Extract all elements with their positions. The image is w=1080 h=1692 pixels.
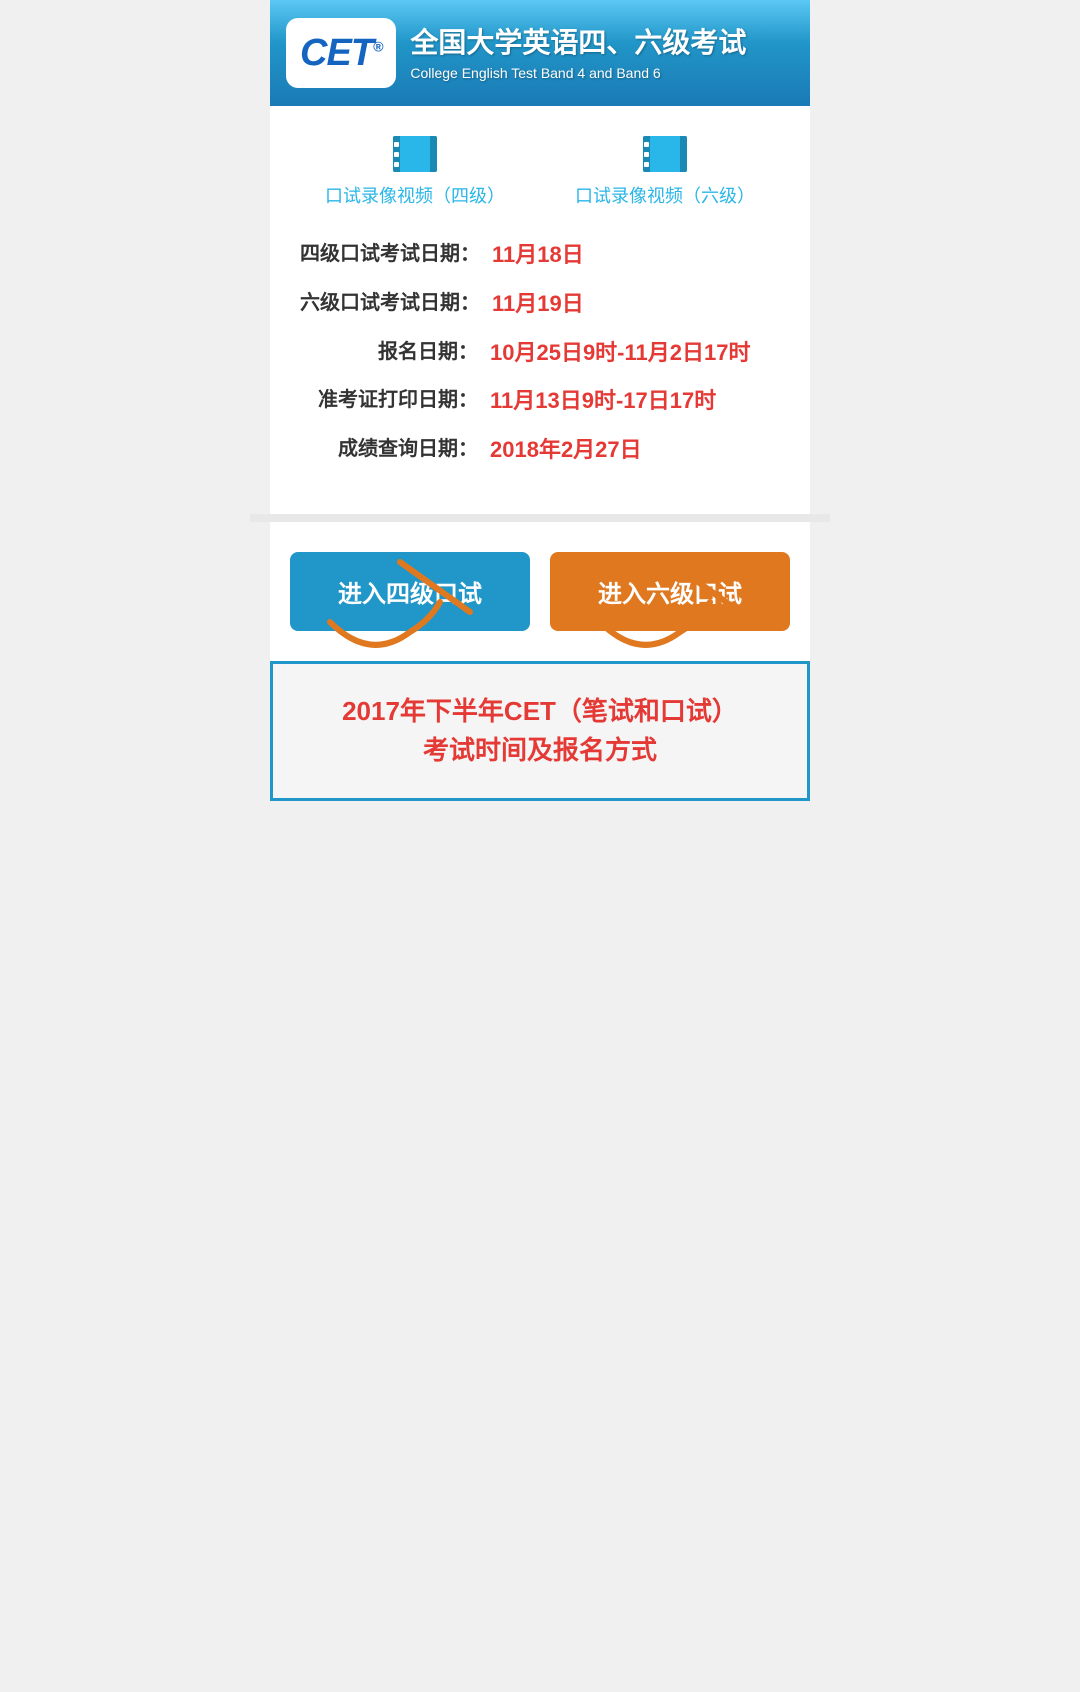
- logo-text: CET®: [300, 32, 382, 75]
- date-info: 四级口试考试日期： 11月18日 六级口试考试日期： 11月19日 报名日期： …: [290, 240, 790, 466]
- video-link-label-level6: 口试录像视频（六级）: [575, 182, 755, 208]
- date-label-0: 四级口试考试日期：: [300, 240, 492, 268]
- date-label-3: 准考证打印日期：: [300, 386, 490, 414]
- header-title-zh: 全国大学英语四、六级考试: [410, 25, 790, 61]
- bottom-banner-line2: 考试时间及报名方式: [293, 731, 787, 770]
- buttons-row: 进入四级口试 进入六级口试: [290, 552, 790, 631]
- enter-level4-button[interactable]: 进入四级口试: [290, 552, 530, 631]
- video-icon-level6: [643, 136, 687, 172]
- date-value-3: 11月13日9时-17日17时: [490, 386, 780, 417]
- date-row-0: 四级口试考试日期： 11月18日: [290, 240, 790, 271]
- date-row-3: 准考证打印日期： 11月13日9时-17日17时: [290, 386, 790, 417]
- video-links: 口试录像视频（四级）: [290, 136, 790, 208]
- bottom-banner-text: 2017年下半年CET（笔试和口试） 考试时间及报名方式: [293, 692, 787, 770]
- video-link-level4[interactable]: 口试录像视频（四级）: [325, 136, 505, 208]
- date-row-1: 六级口试考试日期： 11月19日: [290, 289, 790, 320]
- header-title-en: College English Test Band 4 and Band 6: [410, 65, 790, 81]
- date-value-4: 2018年2月27日: [490, 435, 780, 466]
- header-text: 全国大学英语四、六级考试 College English Test Band 4…: [410, 25, 790, 81]
- date-value-1: 11月19日: [492, 289, 780, 320]
- date-value-2: 10月25日9时-11月2日17时: [490, 338, 780, 369]
- video-icon-level4: [393, 136, 437, 172]
- cet-logo: CET®: [286, 18, 396, 88]
- video-link-level6[interactable]: 口试录像视频（六级）: [575, 136, 755, 208]
- date-label-2: 报名日期：: [300, 338, 490, 366]
- header: CET® 全国大学英语四、六级考试 College English Test B…: [270, 0, 810, 106]
- date-label-1: 六级口试考试日期：: [300, 289, 492, 317]
- main-content: 口试录像视频（四级）: [270, 106, 810, 514]
- video-link-label-level4: 口试录像视频（四级）: [325, 182, 505, 208]
- buttons-section: 进入四级口试 进入六级口试: [270, 522, 810, 661]
- date-value-0: 11月18日: [492, 240, 780, 271]
- enter-level6-button[interactable]: 进入六级口试: [550, 552, 790, 631]
- bottom-banner[interactable]: 2017年下半年CET（笔试和口试） 考试时间及报名方式: [270, 661, 810, 801]
- date-row-4: 成绩查询日期： 2018年2月27日: [290, 435, 790, 466]
- date-label-4: 成绩查询日期：: [300, 435, 490, 463]
- section-divider: [250, 514, 830, 522]
- date-row-2: 报名日期： 10月25日9时-11月2日17时: [290, 338, 790, 369]
- bottom-banner-line1: 2017年下半年CET（笔试和口试）: [293, 692, 787, 731]
